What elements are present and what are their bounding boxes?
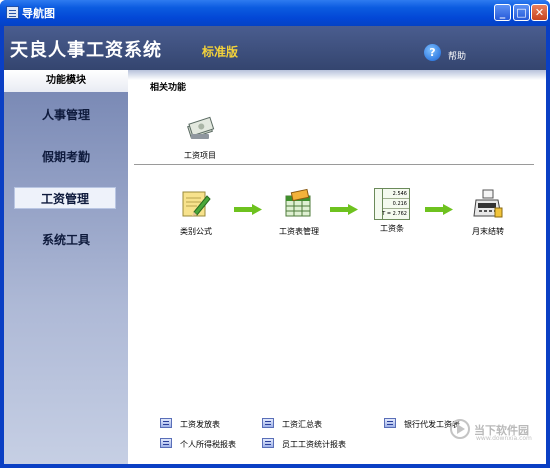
payslip-value-2: 0.216 — [383, 199, 409, 209]
main-panel-shadow — [128, 70, 546, 80]
link-salary-payment[interactable]: 工资发放表 — [180, 419, 220, 430]
link-staff-statistics[interactable]: 员工工资统计报表 — [282, 439, 346, 450]
cash-register-icon — [473, 189, 503, 218]
func-salary-items-label: 工资项目 — [184, 151, 216, 160]
sidebar-item-system-tools[interactable]: 系统工具 — [4, 229, 128, 251]
watermark-logo-icon — [450, 419, 470, 439]
arrow-1-icon — [234, 204, 262, 215]
payslip-value-1: 2.546 — [383, 189, 409, 199]
func-salary-items[interactable]: 工资项目 — [172, 114, 228, 161]
spreadsheet-icon — [285, 188, 311, 217]
edition-label: 标准版 — [202, 45, 239, 59]
func-payroll-table-label: 工资表管理 — [279, 227, 319, 236]
func-payroll-table[interactable]: 工资表管理 — [268, 188, 330, 237]
report-icon — [384, 418, 396, 428]
section-title: 相关功能 — [150, 83, 187, 93]
arrow-2-icon — [330, 204, 358, 215]
close-button[interactable]: ✕ — [531, 4, 548, 21]
window-icon — [6, 6, 19, 19]
report-icon — [262, 438, 274, 448]
func-category-formula[interactable]: 类别公式 — [165, 188, 227, 237]
report-icon — [160, 438, 172, 448]
link-salary-summary[interactable]: 工资汇总表 — [282, 419, 322, 430]
func-payslip-label: 工资条 — [380, 224, 404, 233]
formula-edit-icon — [182, 191, 211, 217]
sidebar-item-personnel[interactable]: 人事管理 — [4, 104, 128, 126]
report-icon — [160, 418, 172, 428]
app-header: 天良人事工资系统 标准版 ? 帮助 — [4, 26, 546, 70]
func-month-end[interactable]: 月末结转 — [460, 188, 516, 237]
sidebar: 功能模块 人事管理 假期考勤 工资管理 系统工具 — [4, 70, 128, 464]
payslip-icon: 2.546 0.216 T = 2.762 — [374, 188, 410, 220]
payslip-total: T = 2.762 — [382, 211, 407, 217]
help-icon[interactable]: ? — [424, 44, 441, 61]
sidebar-item-payroll[interactable]: 工资管理 — [14, 187, 116, 209]
help-link[interactable]: 帮助 — [448, 49, 466, 62]
watermark-url: www.downxia.com — [476, 435, 532, 442]
minimize-button[interactable]: _ — [494, 4, 511, 21]
func-month-end-label: 月末结转 — [472, 227, 504, 236]
report-icon — [262, 418, 274, 428]
func-category-formula-label: 类别公式 — [180, 227, 212, 236]
divider — [134, 164, 534, 165]
title-bar[interactable]: 导航图 _ □ ✕ — [0, 0, 550, 26]
maximize-button[interactable]: □ — [513, 4, 530, 21]
app-title: 天良人事工资系统 — [10, 40, 162, 61]
sidebar-item-attendance[interactable]: 假期考勤 — [4, 146, 128, 168]
func-payslip[interactable]: 2.546 0.216 T = 2.762 工资条 — [364, 188, 420, 234]
window-title: 导航图 — [22, 7, 55, 20]
money-icon — [187, 116, 215, 139]
link-income-tax[interactable]: 个人所得税报表 — [180, 439, 236, 450]
sidebar-heading: 功能模块 — [4, 70, 128, 92]
arrow-3-icon — [425, 204, 453, 215]
